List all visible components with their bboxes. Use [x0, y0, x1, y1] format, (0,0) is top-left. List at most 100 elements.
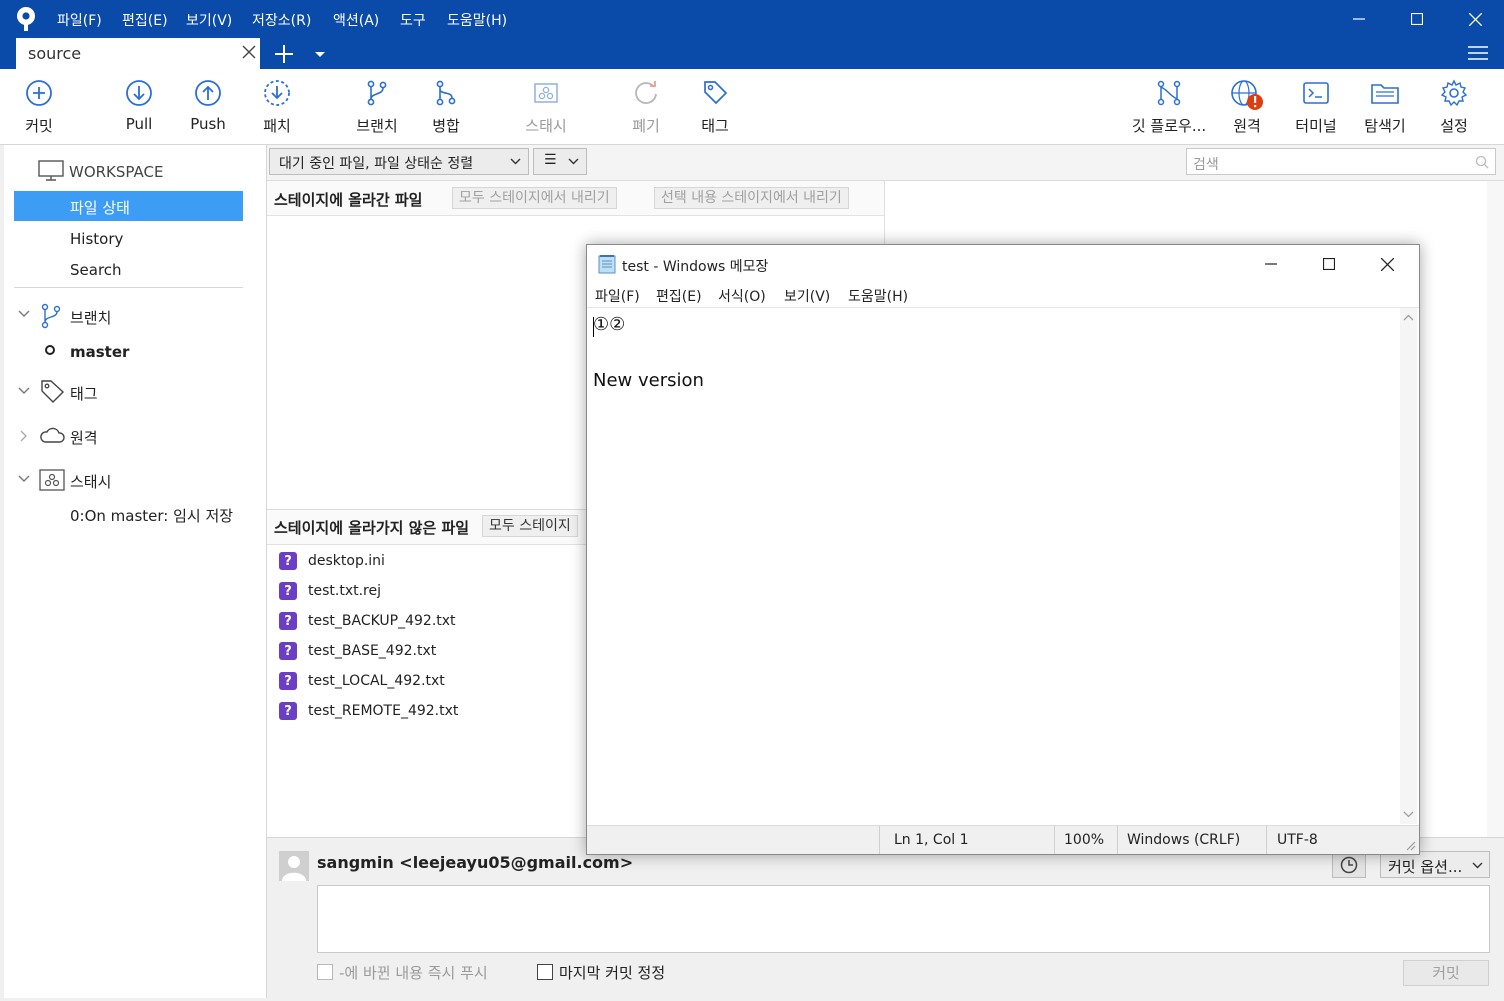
menu-view[interactable]: 보기(V)	[186, 10, 232, 30]
sidebar-item-branch-master[interactable]: master	[70, 343, 129, 361]
push-label: Push	[190, 115, 226, 133]
notepad-maximize-button[interactable]	[1300, 248, 1358, 280]
tags-chevron-down-icon[interactable]	[18, 387, 30, 395]
notepad-menu-help[interactable]: 도움말(H)	[848, 286, 908, 306]
status-separator	[1054, 826, 1055, 854]
sidebar-item-search[interactable]: Search	[70, 261, 122, 279]
merge-icon	[432, 79, 460, 107]
commit-author: sangmin <leejeayu05@gmail.com>	[317, 853, 634, 872]
sidebar-item-label: 파일 상태	[70, 199, 130, 217]
commit-message-input[interactable]	[317, 885, 1490, 953]
git-flow-icon	[1155, 79, 1183, 107]
push-immediately-checkbox[interactable]	[317, 964, 333, 980]
sidebar-section-branches[interactable]: 브랜치	[70, 307, 111, 328]
notepad-text-area[interactable]: ①② New version	[593, 311, 704, 395]
unstage-selected-button[interactable]: 선택 내용 스테이지에서 내리기	[654, 187, 849, 209]
explorer-button[interactable]: 탐색기	[1350, 69, 1420, 144]
tag-button[interactable]: 태그	[680, 69, 750, 144]
hamburger-menu-icon[interactable]	[1468, 45, 1488, 61]
pull-label: Pull	[125, 115, 153, 133]
scroll-down-icon[interactable]	[1403, 811, 1414, 818]
sort-dropdown-value: 대기 중인 파일, 파일 상태순 정렬	[279, 156, 474, 172]
list-item[interactable]: ? test_LOCAL_492.txt	[279, 667, 445, 695]
menu-help[interactable]: 도움말(H)	[447, 10, 507, 30]
sidebar-section-stashes[interactable]: 스태시	[70, 471, 111, 492]
list-item[interactable]: ? test_BASE_492.txt	[279, 637, 436, 665]
maximize-button[interactable]	[1388, 0, 1446, 38]
commit-submit-button[interactable]: 커밋	[1403, 960, 1489, 986]
pull-button[interactable]: Pull	[104, 69, 174, 144]
menu-edit[interactable]: 편집(E)	[122, 10, 168, 30]
new-tab-plus-icon[interactable]	[274, 44, 294, 64]
sidebar-section-remotes[interactable]: 원격	[70, 427, 98, 448]
remote-button[interactable]: 원격	[1212, 69, 1282, 144]
remotes-chevron-right-icon[interactable]	[20, 430, 28, 442]
branches-chevron-down-icon[interactable]	[18, 310, 30, 318]
sidebar-section-tags[interactable]: 태그	[70, 383, 98, 404]
push-button[interactable]: Push	[173, 69, 243, 144]
list-item[interactable]: ? test_REMOTE_492.txt	[279, 697, 458, 725]
notepad-menu-file[interactable]: 파일(F)	[595, 286, 640, 306]
patch-button[interactable]: 패치	[242, 69, 312, 144]
merge-label: 병합	[432, 117, 460, 135]
commit-options-dropdown[interactable]: 커밋 옵션...	[1380, 851, 1490, 878]
untracked-question-icon: ?	[279, 552, 297, 570]
stash-icon	[532, 79, 560, 107]
notepad-menu-format[interactable]: 서식(O)	[718, 286, 766, 306]
sort-dropdown[interactable]: 대기 중인 파일, 파일 상태순 정렬	[269, 148, 529, 175]
stage-all-button[interactable]: 모두 스테이지	[482, 515, 578, 537]
minimize-button[interactable]	[1330, 0, 1388, 38]
commit-history-button[interactable]	[1332, 851, 1366, 878]
remotes-cloud-icon	[39, 426, 65, 444]
notepad-app-icon	[597, 254, 617, 274]
merge-button[interactable]: 병합	[411, 69, 481, 144]
settings-button[interactable]: 설정	[1419, 69, 1489, 144]
sidebar-item-file-status[interactable]: 파일 상태	[14, 191, 243, 221]
terminal-button[interactable]: 터미널	[1281, 69, 1351, 144]
list-item[interactable]: ? desktop.ini	[279, 547, 385, 575]
discard-button[interactable]: 폐기	[611, 69, 681, 144]
list-item[interactable]: ? test.txt.rej	[279, 577, 381, 605]
untracked-question-icon: ?	[279, 612, 297, 630]
menu-file[interactable]: 파일(F)	[57, 10, 102, 30]
scroll-up-icon[interactable]	[1403, 314, 1414, 321]
unstage-all-button[interactable]: 모두 스테이지에서 내리기	[452, 187, 617, 209]
menu-repository[interactable]: 저장소(R)	[252, 10, 311, 30]
workspace-header: WORKSPACE	[69, 163, 164, 181]
git-flow-button[interactable]: 깃 플로우...	[1124, 69, 1214, 144]
diff-scrollbar[interactable]	[1487, 181, 1504, 837]
notepad-minimize-button[interactable]	[1242, 248, 1300, 280]
notepad-title: test - Windows 메모장	[622, 259, 769, 275]
close-window-button[interactable]	[1446, 0, 1504, 38]
close-tab-icon[interactable]	[242, 45, 256, 59]
tab-list-chevron-down-icon[interactable]	[314, 51, 326, 59]
title-bar: 파일(F) 편집(E) 보기(V) 저장소(R) 액션(A) 도구 도움말(H)	[0, 0, 1504, 38]
stashes-chevron-down-icon[interactable]	[18, 475, 30, 483]
sidebar-item-history[interactable]: History	[70, 230, 123, 248]
current-branch-dot-icon	[44, 344, 56, 356]
amend-label: 마지막 커밋 정정	[559, 964, 666, 982]
notepad-menu-view[interactable]: 보기(V)	[784, 286, 830, 306]
line-ending: Windows (CRLF)	[1127, 832, 1241, 848]
search-input[interactable]: 검색	[1186, 148, 1496, 175]
notepad-scrollbar[interactable]	[1400, 308, 1417, 824]
text-caret	[593, 317, 594, 337]
view-mode-dropdown[interactable]: ☰	[533, 148, 587, 175]
untracked-question-icon: ?	[279, 642, 297, 660]
commit-button[interactable]: 커밋	[4, 69, 74, 144]
amend-checkbox[interactable]	[537, 964, 553, 980]
status-separator	[879, 826, 880, 854]
chevron-down-icon	[510, 158, 521, 165]
branch-button[interactable]: 브랜치	[342, 69, 412, 144]
menu-actions[interactable]: 액션(A)	[333, 10, 379, 30]
settings-label: 설정	[1440, 117, 1468, 135]
resize-grip-icon[interactable]	[1406, 841, 1416, 851]
stash-button[interactable]: 스태시	[511, 69, 581, 144]
tab-source[interactable]: source	[16, 38, 260, 69]
list-item[interactable]: ? test_BACKUP_492.txt	[279, 607, 456, 635]
settings-gear-icon	[1440, 79, 1468, 107]
menu-tools[interactable]: 도구	[400, 10, 426, 30]
sidebar-item-stash[interactable]: 0:On master: 임시 저장	[70, 505, 233, 526]
notepad-close-button[interactable]	[1358, 248, 1416, 280]
notepad-menu-edit[interactable]: 편집(E)	[656, 286, 702, 306]
